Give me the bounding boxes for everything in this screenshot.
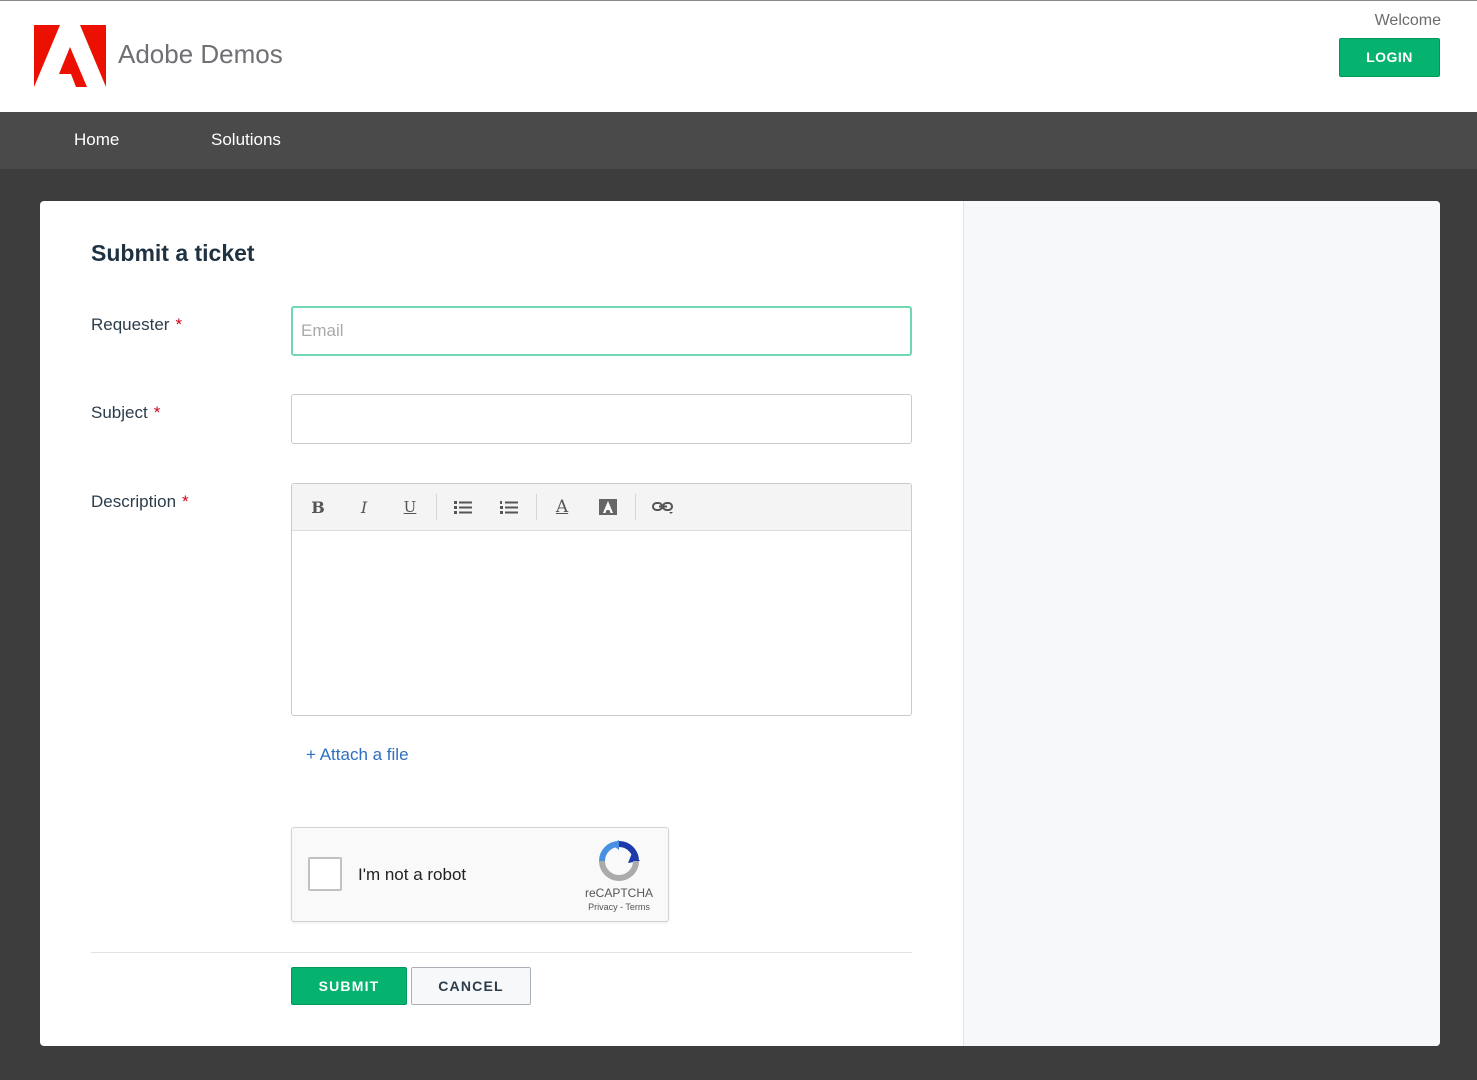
side-panel	[963, 201, 1440, 1046]
recaptcha-checkbox[interactable]	[308, 857, 342, 891]
background-color-button[interactable]	[594, 494, 622, 520]
required-marker: *	[153, 403, 161, 422]
italic-button[interactable]: I	[350, 494, 378, 520]
bulleted-list-icon	[454, 501, 472, 514]
welcome-text: Welcome	[1374, 12, 1441, 29]
login-button[interactable]: LOGIN	[1339, 38, 1440, 77]
recaptcha-label: I'm not a robot	[358, 865, 467, 884]
toolbar-divider	[436, 494, 437, 520]
editor-toolbar: B I U A	[292, 484, 911, 531]
requester-label: Requester *	[91, 315, 182, 335]
insert-link-button[interactable]	[649, 494, 677, 520]
submit-button[interactable]: SUBMIT	[291, 967, 407, 1005]
site-header: Adobe Demos Welcome LOGIN	[0, 0, 1477, 112]
bulleted-list-button[interactable]	[449, 494, 477, 520]
description-label: Description *	[91, 492, 189, 512]
adobe-logo-icon[interactable]	[34, 25, 106, 87]
form-divider	[91, 952, 912, 953]
subject-label: Subject *	[91, 403, 160, 423]
recaptcha-privacy-terms[interactable]: Privacy - Terms	[562, 902, 676, 912]
page-title: Submit a ticket	[91, 240, 255, 266]
requester-label-text: Requester	[91, 315, 170, 334]
description-label-text: Description	[91, 492, 177, 511]
recaptcha-brand: reCAPTCHA	[584, 886, 653, 900]
description-editor: B I U A	[291, 483, 912, 716]
brand-name: Adobe Demos	[118, 39, 283, 69]
numbered-list-icon	[500, 501, 518, 514]
numbered-list-button[interactable]	[495, 494, 523, 520]
recaptcha-widget: I'm not a robot reCAPTCHA Privacy - Term…	[291, 827, 669, 922]
nav-item-solutions[interactable]: Solutions	[211, 130, 281, 150]
requester-email-input[interactable]	[291, 306, 912, 356]
font-color-button[interactable]: A	[548, 494, 576, 520]
link-icon	[652, 502, 673, 514]
cancel-button[interactable]: CANCEL	[411, 967, 531, 1005]
bold-button[interactable]: B	[304, 494, 332, 520]
underline-button[interactable]: U	[396, 494, 424, 520]
ticket-card: Submit a ticket Requester * Subject * Desc…	[40, 201, 1440, 1046]
required-marker: *	[182, 492, 189, 511]
subject-input[interactable]	[291, 394, 912, 444]
highlight-color-icon	[599, 499, 617, 515]
main-nav: Home Solutions	[0, 112, 1477, 169]
toolbar-divider	[635, 494, 636, 520]
subject-label-text: Subject	[91, 403, 148, 422]
nav-item-home[interactable]: Home	[74, 130, 119, 150]
toolbar-divider	[536, 494, 537, 520]
attach-file-link[interactable]: + Attach a file	[306, 745, 409, 765]
required-marker: *	[175, 315, 183, 334]
recaptcha-logo-icon	[599, 840, 640, 881]
